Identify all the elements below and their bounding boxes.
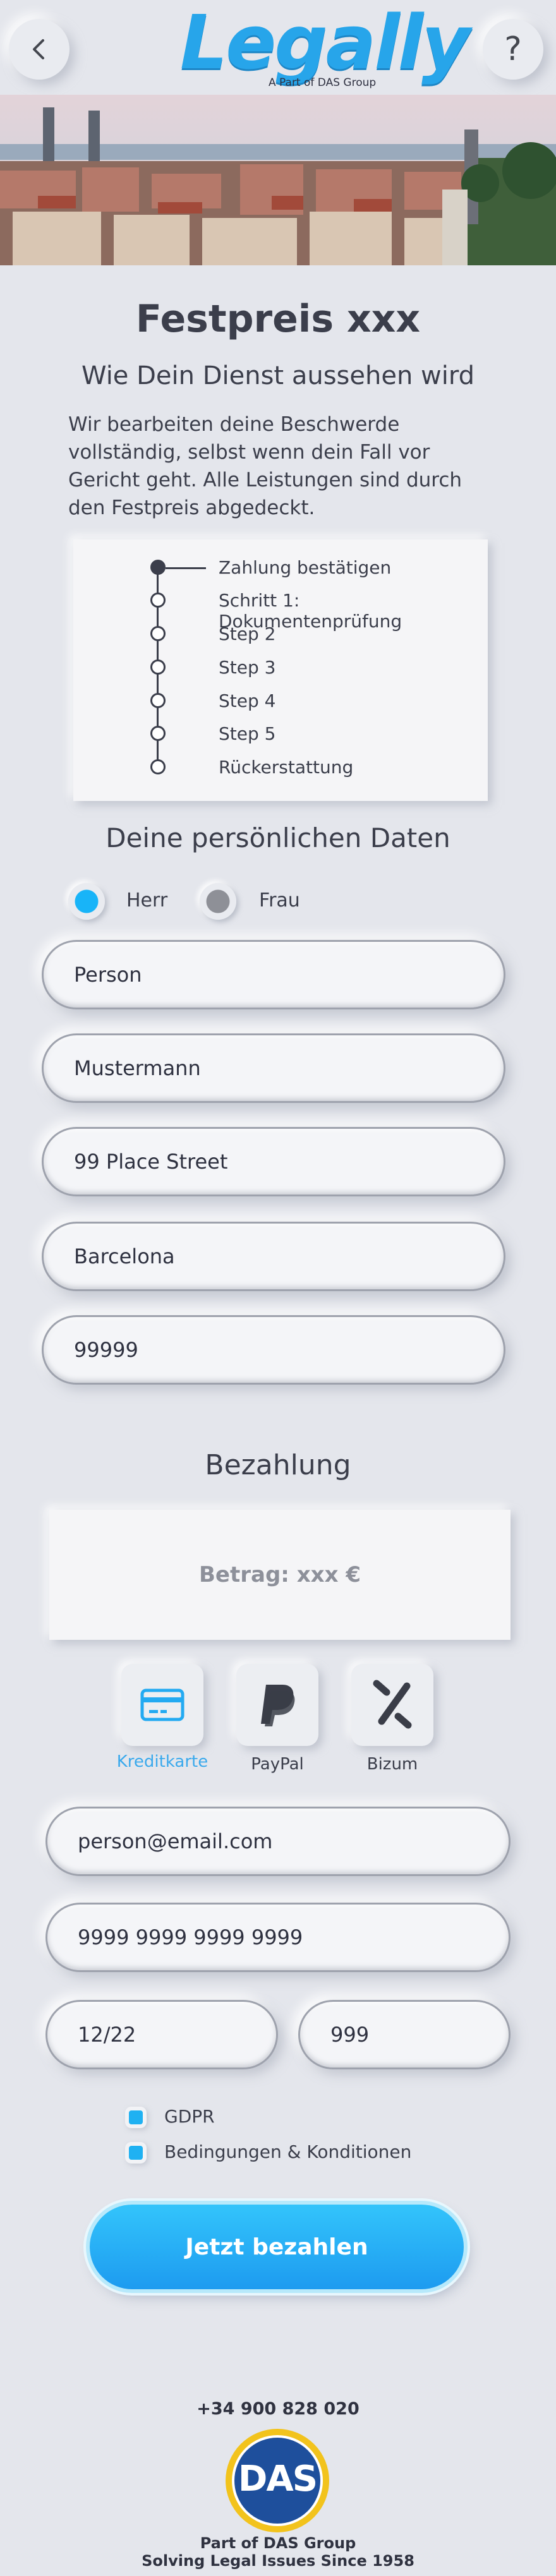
step-dot <box>150 659 166 675</box>
step-item: Step 3 <box>219 657 276 678</box>
help-button[interactable]: ? <box>483 19 543 80</box>
das-logo: DAS <box>224 2427 331 2534</box>
email-input[interactable]: person@email.com <box>45 1807 511 1876</box>
pay-method-bizum-label[interactable]: Bizum <box>339 1755 446 1774</box>
bizum-icon <box>373 1680 412 1729</box>
expiry-input[interactable]: 12/22 <box>45 2000 278 2069</box>
footer-phone[interactable]: +34 900 828 020 <box>0 2399 556 2419</box>
service-description: Wir bearbeiten deine Beschwerde vollstän… <box>68 413 462 519</box>
legally-logo: Legally A Part of DAS Group <box>180 0 470 89</box>
postcode-input[interactable]: 99999 <box>42 1315 505 1385</box>
payment-heading: Bezahlung <box>205 1449 351 1481</box>
step-dot <box>150 693 166 708</box>
footer-line2: Solving Legal Issues Since 1958 <box>142 2552 414 2570</box>
gdpr-label: GDPR <box>164 2106 215 2127</box>
pay-method-card-label[interactable]: Kreditkarte <box>109 1752 216 1771</box>
radio-frau[interactable] <box>200 883 236 920</box>
paypal-icon <box>261 1685 295 1726</box>
step-dot <box>150 593 166 608</box>
last-name-input[interactable]: Mustermann <box>42 1033 505 1103</box>
pay-method-paypal-label[interactable]: PayPal <box>224 1755 331 1774</box>
step-item: Zahlung bestätigen <box>219 557 392 578</box>
pay-now-label: Jetzt bezahlen <box>185 2234 368 2260</box>
page-title: Festpreis xxx <box>135 297 421 341</box>
step-item: Step 4 <box>219 690 276 711</box>
gdpr-checkbox[interactable] <box>129 2110 143 2124</box>
radio-herr-label: Herr <box>126 889 168 912</box>
city-input[interactable]: Barcelona <box>42 1222 505 1291</box>
footer-line1: Part of DAS Group <box>200 2534 356 2552</box>
terms-checkbox[interactable] <box>129 2146 143 2160</box>
pay-method-bizum[interactable] <box>351 1664 433 1746</box>
hero-image <box>0 95 556 265</box>
step-dot <box>150 726 166 741</box>
step-item: Step 5 <box>219 723 276 744</box>
back-button[interactable] <box>9 19 70 80</box>
page-subtitle: Wie Dein Dienst aussehen wird <box>82 361 474 390</box>
logo-tagline: A Part of DAS Group <box>269 76 377 89</box>
personal-data-heading: Deine persönlichen Daten <box>106 822 450 853</box>
card-number-input[interactable]: 9999 9999 9999 9999 <box>45 1903 511 1972</box>
chevron-left-icon <box>33 39 44 59</box>
pay-method-paypal[interactable] <box>236 1664 318 1746</box>
radio-herr[interactable] <box>68 883 105 920</box>
pay-method-card[interactable] <box>121 1664 203 1746</box>
amount-box: Betrag: xxx € <box>49 1510 511 1640</box>
steps-card: Zahlung bestätigen Schritt 1: Dokumenten… <box>73 539 488 801</box>
terms-label: Bedingungen & Konditionen <box>164 2141 412 2162</box>
first-name-input[interactable]: Person <box>42 940 505 1009</box>
step-dot <box>150 759 166 774</box>
credit-card-icon <box>140 1688 184 1721</box>
pay-now-button[interactable]: Jetzt bezahlen <box>90 2205 464 2289</box>
step-dot <box>150 626 166 641</box>
street-input[interactable]: 99 Place Street <box>42 1127 505 1196</box>
step-dot-active <box>150 560 166 575</box>
amount-label: Betrag: xxx € <box>199 1562 361 1587</box>
radio-frau-label: Frau <box>259 889 300 912</box>
cvc-input[interactable]: 999 <box>298 2000 511 2069</box>
timeline-connector <box>166 567 206 569</box>
help-icon: ? <box>504 30 522 68</box>
step-item: Step 2 <box>219 623 276 644</box>
step-item: Rückerstattung <box>219 757 354 778</box>
